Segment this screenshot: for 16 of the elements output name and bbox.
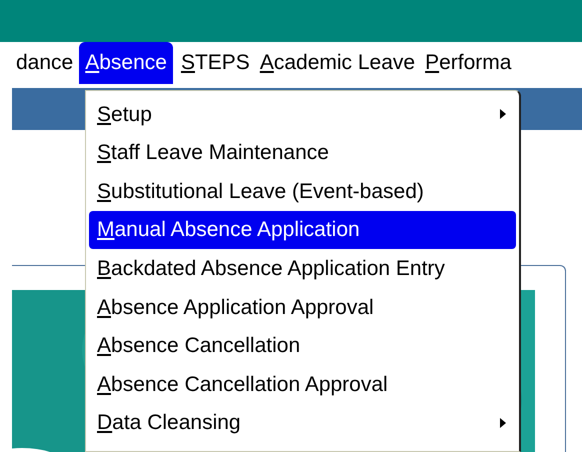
- menu-option[interactable]: Backdated Absence Application Entry: [89, 249, 516, 288]
- menu-item[interactable]: Performa: [421, 42, 516, 84]
- menu-option[interactable]: Absence Cancellation: [89, 326, 516, 366]
- menu-option[interactable]: Staff Leave Maintenance: [89, 134, 516, 172]
- menu-option[interactable]: Absence Application Approval: [89, 288, 516, 327]
- menu-item[interactable]: Academic Leave: [256, 42, 420, 84]
- menu-option[interactable]: Setup: [89, 95, 516, 134]
- menu-option[interactable]: Data Cleansing: [89, 404, 516, 442]
- menu-option[interactable]: Substitutional Leave (Event-based): [89, 172, 516, 211]
- menu-option[interactable]: Absence Cancellation Approval: [89, 365, 516, 404]
- submenu-arrow-icon: [500, 418, 506, 428]
- submenu-arrow-icon: [500, 109, 506, 119]
- menu-item[interactable]: Absence: [79, 42, 173, 84]
- menu-item[interactable]: STEPS: [176, 42, 254, 84]
- menu-option[interactable]: Manual Absence Application: [89, 210, 516, 250]
- menu-item[interactable]: dance: [12, 42, 78, 84]
